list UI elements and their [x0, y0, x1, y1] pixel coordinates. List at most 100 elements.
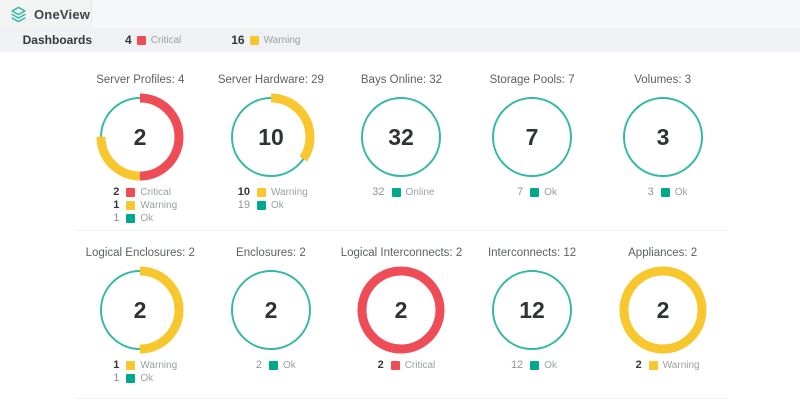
panel-legend: 12 Ok — [507, 359, 557, 371]
panel-legend: 2 Ok — [246, 359, 296, 371]
legend-count[interactable]: 1 — [103, 212, 119, 224]
legend-count[interactable]: 10 — [234, 186, 250, 198]
panel-title: Appliances: 2 — [628, 247, 698, 259]
donut-center-count: 32 — [389, 124, 415, 150]
donut-chart[interactable]: 2 — [227, 266, 315, 354]
top-app-bar: OneView — [0, 0, 800, 28]
ok-square-icon — [530, 360, 540, 370]
donut-chart[interactable]: 2 — [96, 93, 184, 181]
panel-title: Bays Online: 32 — [360, 74, 443, 86]
donut-chart[interactable]: 32 — [357, 93, 445, 181]
warning-square-icon — [648, 360, 658, 370]
legend-count[interactable]: 19 — [234, 199, 250, 211]
donut-center-count: 2 — [134, 297, 147, 323]
panel-legend: 2 Critical 1 Warning 1 Ok — [103, 186, 177, 224]
legend-label: Ok — [544, 186, 557, 198]
critical-status-badge[interactable]: 4 Critical — [125, 33, 181, 47]
donut-center-count: 7 — [526, 124, 539, 150]
donut-center-count: 2 — [395, 297, 408, 323]
critical-label: Critical — [150, 34, 182, 46]
donut-chart[interactable]: 10 — [227, 93, 315, 181]
legend-count[interactable]: 7 — [507, 186, 523, 198]
ok-square-icon — [269, 360, 278, 370]
donut-center-count: 2 — [264, 297, 277, 323]
dashboard-panel[interactable]: Server Hardware: 29 10 10 Warning 19 Ok — [206, 74, 337, 224]
panel-title: Server Hardware: 29 — [217, 74, 324, 86]
warning-status-badge[interactable]: 16 Warning — [231, 33, 300, 47]
legend-count[interactable]: 2 — [103, 186, 119, 198]
status-badges: 4 Critical 16 Warning — [125, 33, 300, 47]
dashboard-panel[interactable]: Storage Pools: 7 7 7 Ok — [467, 74, 598, 224]
legend-label: Ok — [544, 359, 557, 371]
legend-count[interactable]: 12 — [507, 359, 523, 371]
ok-square-icon — [126, 213, 136, 223]
legend-label: Warning — [140, 359, 178, 371]
critical-square-icon — [136, 35, 146, 45]
legend-label: Critical — [140, 186, 171, 198]
legend-label: Warning — [662, 359, 700, 371]
dashboard-panel[interactable]: Bays Online: 32 32 32 Online — [336, 74, 467, 224]
legend-label: Ok — [140, 372, 154, 384]
warning-square-icon — [256, 187, 266, 197]
ok-square-icon — [530, 187, 540, 197]
donut-center-count: 3 — [656, 124, 669, 150]
panel-title: Enclosures: 2 — [236, 247, 306, 259]
legend-label: Online — [405, 186, 435, 198]
dashboard-panel[interactable]: Interconnects: 12 12 12 Ok — [467, 247, 598, 384]
donut-chart[interactable]: 2 — [96, 266, 184, 354]
legend-count[interactable]: 32 — [369, 186, 384, 198]
panel-legend: 2 Critical — [368, 359, 436, 371]
layers-logo-icon — [10, 6, 27, 23]
dashboard-panel[interactable]: Enclosures: 2 2 2 Ok — [206, 247, 337, 384]
legend-count[interactable]: 2 — [626, 359, 642, 371]
ok-square-icon — [126, 373, 136, 383]
panel-title: Logical Interconnects: 2 — [340, 247, 463, 259]
dashboard-toolbar: Dashboards 4 Critical 16 Warning — [0, 28, 800, 52]
legend-label: Ok — [140, 212, 154, 224]
legend-label: Ok — [283, 359, 296, 371]
legend-count[interactable]: 1 — [103, 359, 119, 371]
dashboard-panel[interactable]: Logical Enclosures: 2 2 1 Warning 1 Ok — [75, 247, 206, 384]
ok-square-icon — [391, 187, 401, 197]
donut-center-count: 10 — [258, 124, 284, 150]
donut-chart[interactable]: 12 — [488, 266, 576, 354]
ok-square-icon — [660, 187, 670, 197]
dashboard-panel[interactable]: Volumes: 3 3 3 Ok — [597, 74, 728, 224]
legend-count[interactable]: 2 — [246, 359, 262, 371]
donut-chart[interactable]: 7 — [488, 93, 576, 181]
warning-square-icon — [126, 200, 136, 210]
panel-title: Storage Pools: 7 — [489, 74, 575, 86]
legend-count[interactable]: 2 — [368, 359, 384, 371]
donut-center-count: 2 — [134, 124, 147, 150]
dashboard-panel[interactable]: Appliances: 2 2 2 Warning — [597, 247, 728, 384]
donut-chart[interactable]: 2 — [619, 266, 707, 354]
panel-title: Server Profiles: 4 — [96, 74, 185, 86]
app-title: OneView — [34, 6, 91, 22]
donut-chart[interactable]: 3 — [619, 93, 707, 181]
donut-center-count: 12 — [519, 297, 545, 323]
panel-title: Volumes: 3 — [634, 74, 692, 86]
legend-count[interactable]: 1 — [103, 199, 119, 211]
warning-square-icon — [126, 360, 136, 370]
nav-item-dashboards[interactable]: Dashboards — [0, 33, 92, 47]
critical-square-icon — [390, 360, 400, 370]
panel-title: Interconnects: 12 — [487, 247, 577, 259]
panel-legend: 2 Warning — [626, 359, 700, 371]
chart-row-1: Server Profiles: 4 2 2 Critical 1 Warning 1 O… — [75, 52, 728, 231]
panel-legend: 7 Ok — [507, 186, 557, 198]
panel-legend: 3 Ok — [638, 186, 688, 198]
dashboard-panel[interactable]: Logical Interconnects: 2 2 2 Critical — [336, 247, 467, 384]
dashboard-panel[interactable]: Server Profiles: 4 2 2 Critical 1 Warning 1 O… — [75, 74, 206, 224]
warning-square-icon — [249, 35, 259, 45]
legend-count[interactable]: 3 — [638, 186, 654, 198]
chart-row-2: Logical Enclosures: 2 2 1 Warning 1 Ok Encl… — [75, 231, 728, 399]
panel-legend: 10 Warning 19 Ok — [234, 186, 308, 211]
app-logo-block[interactable]: OneView — [0, 0, 92, 28]
legend-count[interactable]: 1 — [103, 372, 119, 384]
legend-label: Critical — [404, 359, 436, 371]
donut-chart[interactable]: 2 — [357, 266, 445, 354]
ok-square-icon — [256, 200, 266, 210]
legend-label: Ok — [674, 186, 688, 198]
donut-center-count: 2 — [656, 297, 669, 323]
warning-label: Warning — [263, 34, 301, 46]
